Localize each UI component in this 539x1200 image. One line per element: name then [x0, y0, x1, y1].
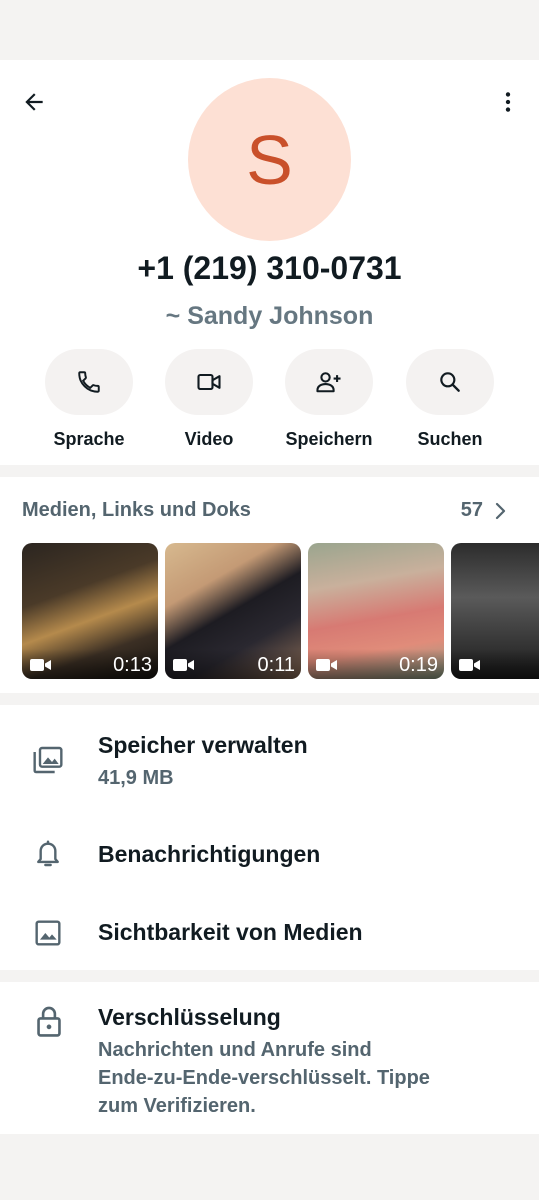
manage-storage-title: Speicher verwalten	[98, 732, 308, 758]
video-duration: 0:11	[257, 654, 295, 676]
storage-size: 41,9 MB	[98, 767, 174, 789]
voice-call-action[interactable]: Sprache	[39, 349, 139, 450]
media-visibility-row[interactable]: Sichtbarkeit von Medien	[0, 895, 539, 970]
contact-display-name: ~ Sandy Johnson	[165, 302, 374, 330]
chevron-right-icon	[495, 502, 506, 520]
video-call-label: Video	[184, 429, 234, 449]
status-bar-area	[0, 0, 539, 60]
video-call-action[interactable]: Video	[159, 349, 259, 450]
more-vert-icon	[505, 92, 511, 112]
manage-storage-row[interactable]: Speicher verwalten 41,9 MB	[0, 705, 539, 815]
encryption-description-line: Nachrichten und Anrufe sind	[98, 1039, 372, 1061]
voice-call-label: Sprache	[53, 429, 125, 449]
search-action[interactable]: Suchen	[400, 349, 500, 450]
media-header[interactable]: Medien, Links und Doks 57	[22, 499, 517, 525]
encryption-description-line: zum Verifizieren.	[98, 1095, 256, 1117]
back-button[interactable]	[14, 82, 54, 122]
search-icon	[440, 372, 460, 392]
media-thumbnail[interactable]	[451, 543, 539, 679]
arrow-left-icon	[25, 93, 43, 111]
video-icon	[173, 659, 194, 671]
encryption-title: Verschlüsselung	[98, 1004, 281, 1030]
bottom-spacer	[0, 1134, 539, 1200]
photo-library-icon	[33, 746, 63, 774]
profile-card: S +1 (219) 310-0731 ~ Sandy Johnson Spra…	[0, 60, 539, 465]
media-count: 57	[460, 499, 483, 521]
phone-icon	[78, 371, 100, 393]
search-label: Suchen	[417, 429, 483, 449]
save-contact-label: Speichern	[285, 429, 373, 449]
encryption-section[interactable]: Verschlüsselung Nachrichten und Anrufe s…	[0, 982, 539, 1134]
video-duration: 0:13	[113, 654, 152, 676]
image-icon	[35, 920, 61, 946]
notifications-row[interactable]: Benachrichtigungen	[0, 815, 539, 895]
person-add-icon	[316, 372, 341, 393]
save-contact-button[interactable]	[285, 349, 373, 415]
video-duration: 0:19	[399, 654, 438, 676]
lock-icon	[37, 1006, 61, 1037]
quick-actions: Sprache Video Speichern Suchen	[0, 349, 539, 459]
media-thumbnail[interactable]: 0:11	[165, 543, 301, 679]
bell-icon	[37, 840, 59, 867]
media-section: Medien, Links und Doks 57 0:13 0:11 0:19	[0, 477, 539, 693]
video-icon	[316, 659, 337, 671]
media-visibility-title: Sichtbarkeit von Medien	[98, 919, 363, 945]
media-thumbnails: 0:13 0:11 0:19	[22, 543, 539, 679]
search-button[interactable]	[406, 349, 494, 415]
avatar-letter: S	[246, 120, 293, 199]
more-options-button[interactable]	[488, 82, 528, 122]
contact-info-screen: S +1 (219) 310-0731 ~ Sandy Johnson Spra…	[0, 0, 539, 1200]
video-call-button[interactable]	[165, 349, 253, 415]
encryption-description-line: Ende-zu-Ende-verschlüsselt. Tippe	[98, 1067, 430, 1089]
voice-call-button[interactable]	[45, 349, 133, 415]
media-thumbnail[interactable]: 0:19	[308, 543, 444, 679]
save-contact-action[interactable]: Speichern	[279, 349, 379, 450]
media-thumbnail[interactable]: 0:13	[22, 543, 158, 679]
notifications-title: Benachrichtigungen	[98, 841, 321, 867]
video-icon	[459, 659, 480, 671]
settings-section: Speicher verwalten 41,9 MB Benachrichtig…	[0, 705, 539, 970]
avatar[interactable]: S	[188, 78, 351, 241]
videocam-icon	[197, 373, 221, 391]
video-icon	[30, 659, 51, 671]
media-title: Medien, Links und Doks	[22, 499, 251, 521]
contact-phone-number: +1 (219) 310-0731	[137, 250, 402, 286]
